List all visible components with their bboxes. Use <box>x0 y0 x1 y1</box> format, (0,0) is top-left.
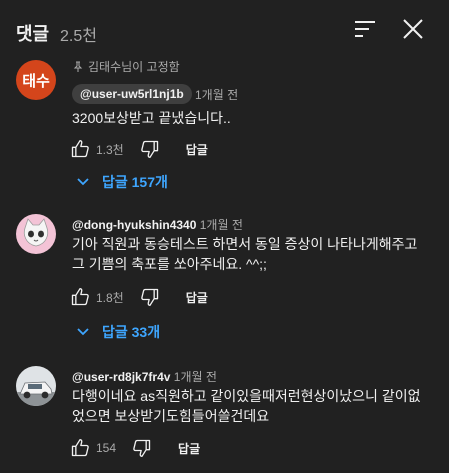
author-name[interactable]: @user-uw5rl1nj1b <box>72 84 192 104</box>
view-replies-button[interactable]: 답글 33개 <box>76 322 160 342</box>
like-count: 1.3천 <box>96 142 124 157</box>
comment-actions: 1.8천 답글 <box>68 285 208 309</box>
thumb-up-icon <box>71 140 89 158</box>
view-replies-button[interactable]: 답글 157개 <box>76 172 168 192</box>
like-button[interactable] <box>68 285 92 309</box>
comment-actions: 154 답글 <box>68 436 200 460</box>
like-button[interactable] <box>68 137 92 161</box>
comment-text: 3200보상받고 끝냈습니다.. <box>72 110 231 126</box>
reply-button[interactable]: 답글 <box>186 289 208 306</box>
sort-button[interactable] <box>352 17 378 41</box>
avatar[interactable] <box>16 214 56 254</box>
car-avatar-image <box>16 366 56 406</box>
like-count: 1.8천 <box>96 290 124 305</box>
chevron-down-icon <box>77 328 89 336</box>
comment-time: 1개월 전 <box>195 88 239 102</box>
comment-text: 기아 직원과 동승테스트 하면서 동일 증상이 나타나게해주고 그 기쁨의 축포… <box>72 236 418 272</box>
comment-time: 1개월 전 <box>199 218 243 232</box>
author-name[interactable]: @user-rd8jk7fr4v <box>72 370 170 384</box>
like-button[interactable] <box>68 436 92 460</box>
thumb-down-icon <box>133 439 151 457</box>
close-button[interactable] <box>400 16 426 42</box>
comment-3: @user-rd8jk7fr4v 1개월 전 다행이네요 as직원하고 같이있을… <box>0 364 449 473</box>
thumb-up-icon <box>71 288 89 306</box>
comment-1: 태수 김태수님이 고정함 @user-uw5rl1nj1b 1개월 전 3200… <box>0 56 449 196</box>
reply-button[interactable]: 답글 <box>186 141 208 158</box>
comments-header: 댓글 2.5천 <box>0 0 449 56</box>
comment-text: 다행이네요 as직원하고 같이있을때저런현상이났으니 같이없었으면 보상받기도힘… <box>72 388 421 424</box>
like-count: 154 <box>96 441 117 455</box>
author-line: @user-rd8jk7fr4v 1개월 전 <box>72 368 217 385</box>
pinned-label: 김태수님이 고정함 <box>72 58 180 75</box>
author-name[interactable]: @dong-hyukshin4340 <box>72 218 196 232</box>
reply-button[interactable]: 답글 <box>178 440 200 457</box>
close-icon <box>403 19 423 39</box>
author-line: @dong-hyukshin4340 1개월 전 <box>72 216 243 233</box>
comment-2: @dong-hyukshin4340 1개월 전 기아 직원과 동승테스트 하면… <box>0 212 449 352</box>
cat-avatar-image <box>16 214 56 254</box>
thumb-down-icon <box>140 140 158 158</box>
chevron-down-icon <box>77 178 89 186</box>
comment-time: 1개월 전 <box>173 370 217 384</box>
dislike-button[interactable] <box>138 137 162 161</box>
header-title: 댓글 <box>16 24 50 44</box>
pin-icon <box>73 61 83 72</box>
sort-icon <box>355 21 375 37</box>
thumb-up-icon <box>71 439 89 457</box>
dislike-button[interactable] <box>130 436 154 460</box>
dislike-button[interactable] <box>138 285 162 309</box>
avatar[interactable] <box>16 366 56 406</box>
comment-count: 2.5천 <box>60 28 97 45</box>
avatar[interactable]: 태수 <box>16 60 56 100</box>
comment-actions: 1.3천 답글 <box>68 137 208 161</box>
thumb-down-icon <box>140 288 158 306</box>
